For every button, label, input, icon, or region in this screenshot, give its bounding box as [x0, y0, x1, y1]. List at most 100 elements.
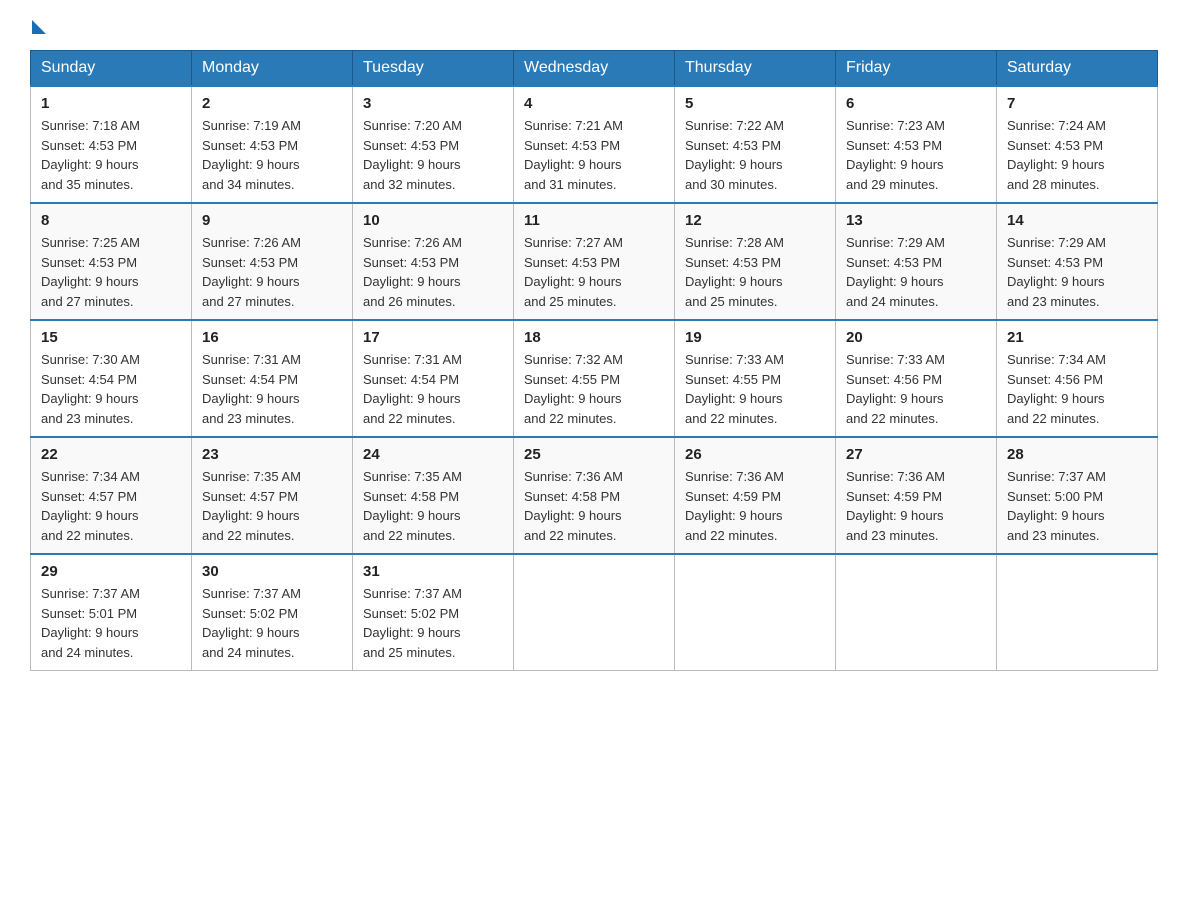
- day-number: 29: [41, 563, 181, 580]
- day-number: 27: [846, 446, 986, 463]
- logo-triangle-icon: [32, 20, 46, 34]
- day-info: Sunrise: 7:33 AM Sunset: 4:56 PM Dayligh…: [846, 350, 986, 428]
- calendar-cell: 24 Sunrise: 7:35 AM Sunset: 4:58 PM Dayl…: [353, 437, 514, 554]
- day-info: Sunrise: 7:36 AM Sunset: 4:59 PM Dayligh…: [846, 467, 986, 545]
- week-row-1: 1 Sunrise: 7:18 AM Sunset: 4:53 PM Dayli…: [31, 86, 1158, 203]
- calendar-cell: 20 Sunrise: 7:33 AM Sunset: 4:56 PM Dayl…: [836, 320, 997, 437]
- calendar-cell: 15 Sunrise: 7:30 AM Sunset: 4:54 PM Dayl…: [31, 320, 192, 437]
- calendar-cell: [997, 554, 1158, 671]
- day-number: 30: [202, 563, 342, 580]
- day-info: Sunrise: 7:31 AM Sunset: 4:54 PM Dayligh…: [363, 350, 503, 428]
- day-number: 19: [685, 329, 825, 346]
- calendar-cell: 22 Sunrise: 7:34 AM Sunset: 4:57 PM Dayl…: [31, 437, 192, 554]
- calendar-cell: 29 Sunrise: 7:37 AM Sunset: 5:01 PM Dayl…: [31, 554, 192, 671]
- calendar-cell: 5 Sunrise: 7:22 AM Sunset: 4:53 PM Dayli…: [675, 86, 836, 203]
- day-number: 13: [846, 212, 986, 229]
- calendar-cell: [514, 554, 675, 671]
- day-info: Sunrise: 7:20 AM Sunset: 4:53 PM Dayligh…: [363, 116, 503, 194]
- day-number: 7: [1007, 95, 1147, 112]
- calendar-cell: [836, 554, 997, 671]
- day-number: 24: [363, 446, 503, 463]
- day-info: Sunrise: 7:31 AM Sunset: 4:54 PM Dayligh…: [202, 350, 342, 428]
- day-info: Sunrise: 7:19 AM Sunset: 4:53 PM Dayligh…: [202, 116, 342, 194]
- calendar-cell: 2 Sunrise: 7:19 AM Sunset: 4:53 PM Dayli…: [192, 86, 353, 203]
- day-number: 6: [846, 95, 986, 112]
- week-row-2: 8 Sunrise: 7:25 AM Sunset: 4:53 PM Dayli…: [31, 203, 1158, 320]
- calendar-cell: 31 Sunrise: 7:37 AM Sunset: 5:02 PM Dayl…: [353, 554, 514, 671]
- day-number: 15: [41, 329, 181, 346]
- day-number: 10: [363, 212, 503, 229]
- day-info: Sunrise: 7:23 AM Sunset: 4:53 PM Dayligh…: [846, 116, 986, 194]
- day-number: 5: [685, 95, 825, 112]
- day-info: Sunrise: 7:37 AM Sunset: 5:02 PM Dayligh…: [202, 584, 342, 662]
- days-header-row: SundayMondayTuesdayWednesdayThursdayFrid…: [31, 51, 1158, 87]
- day-info: Sunrise: 7:34 AM Sunset: 4:56 PM Dayligh…: [1007, 350, 1147, 428]
- day-info: Sunrise: 7:25 AM Sunset: 4:53 PM Dayligh…: [41, 233, 181, 311]
- calendar-cell: 30 Sunrise: 7:37 AM Sunset: 5:02 PM Dayl…: [192, 554, 353, 671]
- day-number: 4: [524, 95, 664, 112]
- day-info: Sunrise: 7:28 AM Sunset: 4:53 PM Dayligh…: [685, 233, 825, 311]
- column-header-tuesday: Tuesday: [353, 51, 514, 87]
- day-info: Sunrise: 7:26 AM Sunset: 4:53 PM Dayligh…: [202, 233, 342, 311]
- day-info: Sunrise: 7:36 AM Sunset: 4:58 PM Dayligh…: [524, 467, 664, 545]
- calendar-cell: 3 Sunrise: 7:20 AM Sunset: 4:53 PM Dayli…: [353, 86, 514, 203]
- day-number: 8: [41, 212, 181, 229]
- day-info: Sunrise: 7:33 AM Sunset: 4:55 PM Dayligh…: [685, 350, 825, 428]
- calendar-cell: 16 Sunrise: 7:31 AM Sunset: 4:54 PM Dayl…: [192, 320, 353, 437]
- calendar-cell: [675, 554, 836, 671]
- day-info: Sunrise: 7:35 AM Sunset: 4:58 PM Dayligh…: [363, 467, 503, 545]
- column-header-sunday: Sunday: [31, 51, 192, 87]
- calendar-cell: 13 Sunrise: 7:29 AM Sunset: 4:53 PM Dayl…: [836, 203, 997, 320]
- calendar-cell: 9 Sunrise: 7:26 AM Sunset: 4:53 PM Dayli…: [192, 203, 353, 320]
- column-header-monday: Monday: [192, 51, 353, 87]
- calendar-cell: 1 Sunrise: 7:18 AM Sunset: 4:53 PM Dayli…: [31, 86, 192, 203]
- day-number: 11: [524, 212, 664, 229]
- day-number: 9: [202, 212, 342, 229]
- calendar-cell: 18 Sunrise: 7:32 AM Sunset: 4:55 PM Dayl…: [514, 320, 675, 437]
- week-row-5: 29 Sunrise: 7:37 AM Sunset: 5:01 PM Dayl…: [31, 554, 1158, 671]
- day-number: 14: [1007, 212, 1147, 229]
- column-header-wednesday: Wednesday: [514, 51, 675, 87]
- day-number: 12: [685, 212, 825, 229]
- calendar-cell: 6 Sunrise: 7:23 AM Sunset: 4:53 PM Dayli…: [836, 86, 997, 203]
- day-info: Sunrise: 7:37 AM Sunset: 5:00 PM Dayligh…: [1007, 467, 1147, 545]
- calendar-cell: 19 Sunrise: 7:33 AM Sunset: 4:55 PM Dayl…: [675, 320, 836, 437]
- column-header-thursday: Thursday: [675, 51, 836, 87]
- calendar-cell: 25 Sunrise: 7:36 AM Sunset: 4:58 PM Dayl…: [514, 437, 675, 554]
- week-row-3: 15 Sunrise: 7:30 AM Sunset: 4:54 PM Dayl…: [31, 320, 1158, 437]
- day-number: 3: [363, 95, 503, 112]
- day-number: 23: [202, 446, 342, 463]
- calendar-cell: 4 Sunrise: 7:21 AM Sunset: 4:53 PM Dayli…: [514, 86, 675, 203]
- calendar-cell: 28 Sunrise: 7:37 AM Sunset: 5:00 PM Dayl…: [997, 437, 1158, 554]
- column-header-saturday: Saturday: [997, 51, 1158, 87]
- day-number: 18: [524, 329, 664, 346]
- day-number: 25: [524, 446, 664, 463]
- column-header-friday: Friday: [836, 51, 997, 87]
- day-info: Sunrise: 7:27 AM Sunset: 4:53 PM Dayligh…: [524, 233, 664, 311]
- day-info: Sunrise: 7:37 AM Sunset: 5:02 PM Dayligh…: [363, 584, 503, 662]
- day-info: Sunrise: 7:37 AM Sunset: 5:01 PM Dayligh…: [41, 584, 181, 662]
- calendar-cell: 12 Sunrise: 7:28 AM Sunset: 4:53 PM Dayl…: [675, 203, 836, 320]
- day-info: Sunrise: 7:32 AM Sunset: 4:55 PM Dayligh…: [524, 350, 664, 428]
- day-info: Sunrise: 7:29 AM Sunset: 4:53 PM Dayligh…: [1007, 233, 1147, 311]
- calendar-cell: 17 Sunrise: 7:31 AM Sunset: 4:54 PM Dayl…: [353, 320, 514, 437]
- day-info: Sunrise: 7:22 AM Sunset: 4:53 PM Dayligh…: [685, 116, 825, 194]
- calendar-cell: 26 Sunrise: 7:36 AM Sunset: 4:59 PM Dayl…: [675, 437, 836, 554]
- day-number: 20: [846, 329, 986, 346]
- day-number: 16: [202, 329, 342, 346]
- calendar-cell: 14 Sunrise: 7:29 AM Sunset: 4:53 PM Dayl…: [997, 203, 1158, 320]
- day-info: Sunrise: 7:36 AM Sunset: 4:59 PM Dayligh…: [685, 467, 825, 545]
- calendar-cell: 11 Sunrise: 7:27 AM Sunset: 4:53 PM Dayl…: [514, 203, 675, 320]
- week-row-4: 22 Sunrise: 7:34 AM Sunset: 4:57 PM Dayl…: [31, 437, 1158, 554]
- day-info: Sunrise: 7:18 AM Sunset: 4:53 PM Dayligh…: [41, 116, 181, 194]
- calendar-cell: 7 Sunrise: 7:24 AM Sunset: 4:53 PM Dayli…: [997, 86, 1158, 203]
- day-info: Sunrise: 7:35 AM Sunset: 4:57 PM Dayligh…: [202, 467, 342, 545]
- calendar-cell: 10 Sunrise: 7:26 AM Sunset: 4:53 PM Dayl…: [353, 203, 514, 320]
- day-number: 22: [41, 446, 181, 463]
- day-info: Sunrise: 7:30 AM Sunset: 4:54 PM Dayligh…: [41, 350, 181, 428]
- calendar-cell: 27 Sunrise: 7:36 AM Sunset: 4:59 PM Dayl…: [836, 437, 997, 554]
- calendar-cell: 21 Sunrise: 7:34 AM Sunset: 4:56 PM Dayl…: [997, 320, 1158, 437]
- day-info: Sunrise: 7:29 AM Sunset: 4:53 PM Dayligh…: [846, 233, 986, 311]
- day-number: 21: [1007, 329, 1147, 346]
- day-info: Sunrise: 7:21 AM Sunset: 4:53 PM Dayligh…: [524, 116, 664, 194]
